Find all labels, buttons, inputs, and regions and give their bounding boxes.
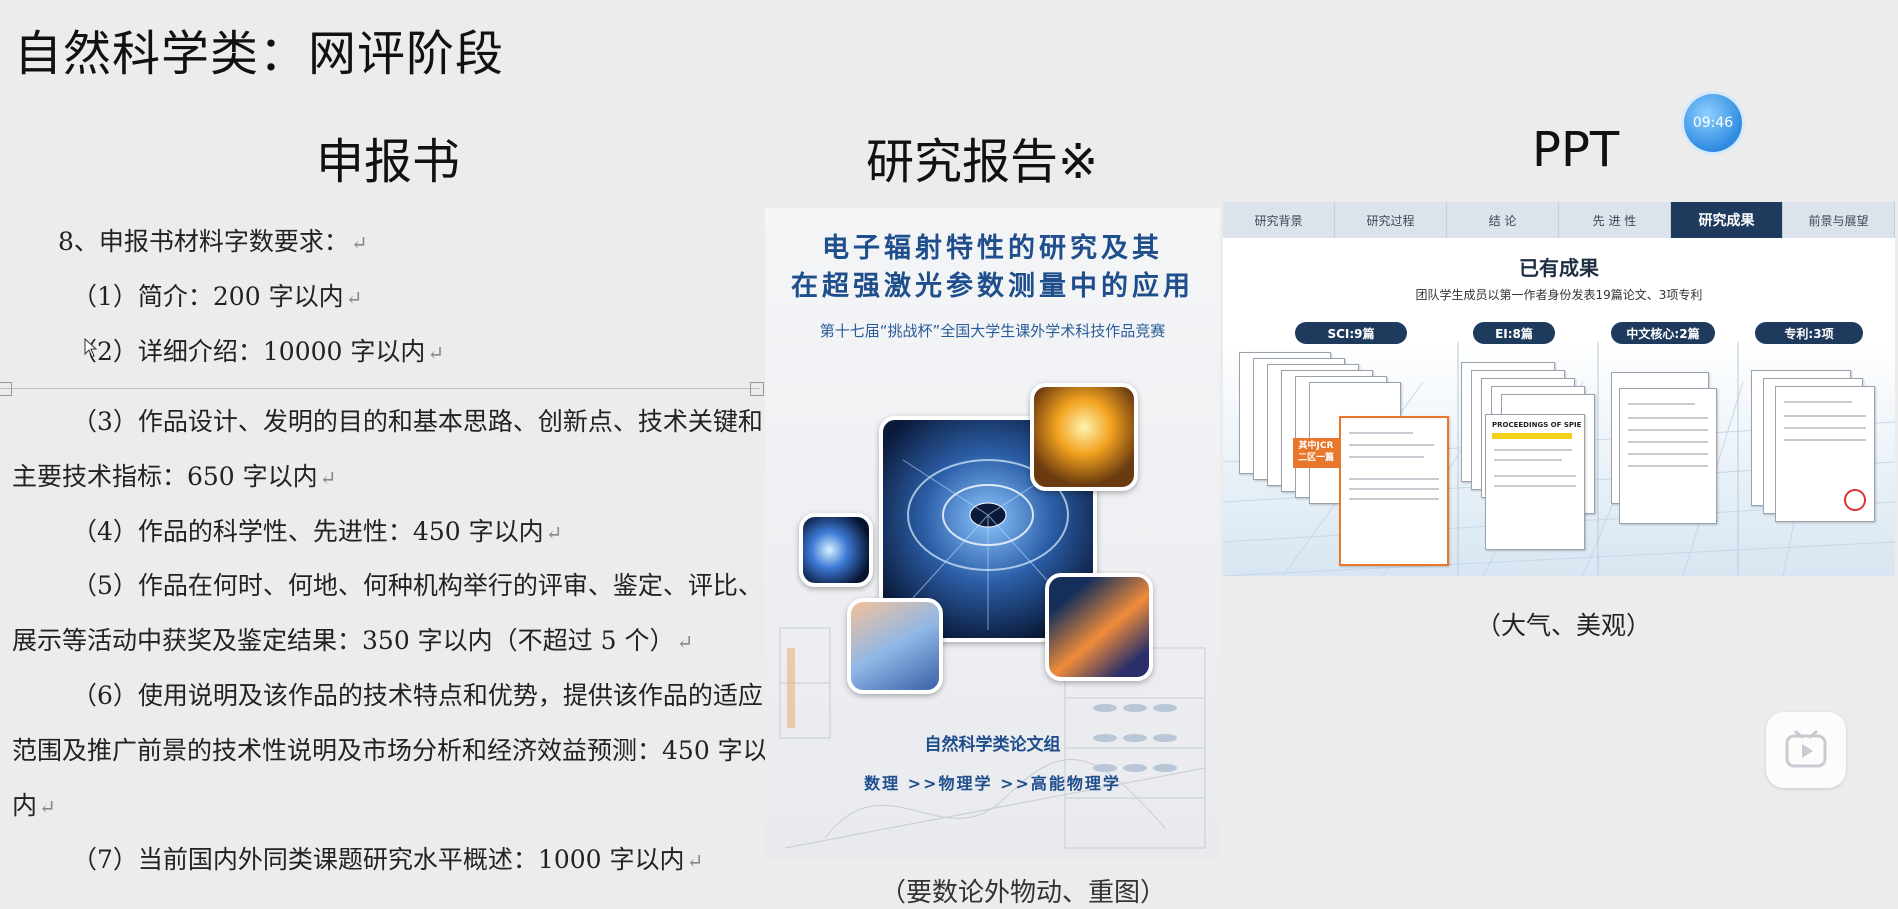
- doc-line: （3）作品设计、发明的目的和基本思路、创新点、技术关键和: [72, 407, 763, 436]
- paper-thumbnail-highlight: [1339, 416, 1449, 566]
- report-caption: （要数论外物动、重图）: [880, 878, 1167, 908]
- page-break-line: [0, 388, 760, 389]
- ppt-subtitle: 团队学生成员以第一作者身份发表19篇论文、3项专利: [1415, 288, 1703, 302]
- ppt-pill-core: 中文核心:2篇: [1611, 322, 1715, 344]
- report-cover: 电子辐射特性的研究及其 在超强激光参数测量中的应用 第十七届“挑战杯”全国大学生…: [765, 208, 1220, 860]
- ppt-pill-ei: EI:8篇: [1473, 322, 1555, 344]
- ppt-tab-conclusion: 结 论: [1447, 202, 1559, 238]
- mouse-cursor-icon: [84, 338, 98, 358]
- cover-title-line2: 在超强激光参数测量中的应用: [791, 271, 1194, 302]
- doc-line: 8、申报书材料字数要求： ↵: [58, 227, 368, 256]
- ppt-tab-process: 研究过程: [1335, 202, 1447, 238]
- doc-line: （5）作品在何时、何地、何种机构举行的评审、鉴定、评比、: [72, 571, 763, 600]
- column-heading-ppt: PPT: [1532, 122, 1620, 178]
- cover-photo-laser: [1045, 573, 1153, 681]
- column-heading-report: 研究报告※: [866, 134, 1099, 190]
- ppt-caption: （大气、美观）: [1476, 611, 1652, 640]
- cover-discipline-path: 数理 >>物理学 >>高能物理学: [864, 774, 1121, 793]
- cover-title-line1: 电子辐射特性的研究及其: [822, 233, 1163, 264]
- paper-thumbnail: [1775, 386, 1875, 522]
- cover-photo-beam: [799, 513, 873, 587]
- ppt-jcr-badge: 其中JCR 二区一篇: [1293, 438, 1339, 468]
- ppt-slide-preview: 研究背景 研究过程 结 论 先 进 性 研究成果 前景与展望 已有成果 团队学生…: [1223, 202, 1895, 576]
- page-corner-marker: [750, 382, 764, 396]
- ppt-tab-advancement: 先 进 性: [1559, 202, 1671, 238]
- slide-title: 自然科学类：网评阶段: [14, 26, 505, 82]
- cover-photo-plasma: [1030, 383, 1138, 491]
- doc-line: 内 ↵: [12, 791, 56, 820]
- paper-thumbnail: [1619, 388, 1717, 524]
- ppt-tab-results: 研究成果: [1671, 202, 1783, 238]
- cover-group: 自然科学类论文组: [924, 735, 1061, 755]
- doc-line: 主要技术指标：650 字以内 ↵: [12, 462, 337, 491]
- doc-line: （6）使用说明及该作品的技术特点和优势，提供该作品的适应: [72, 681, 763, 710]
- ppt-pill-sci: SCI:9篇: [1295, 322, 1407, 344]
- cover-photo-detector: [847, 598, 943, 694]
- ppt-tab-background: 研究背景: [1223, 202, 1335, 238]
- doc-line: （1）简介：200 字以内 ↵: [72, 282, 363, 311]
- play-button[interactable]: [1766, 712, 1846, 788]
- doc-line: （2）详细介绍：10000 字以内 ↵: [72, 337, 445, 366]
- ppt-pill-patent: 专利:3项: [1755, 322, 1863, 344]
- doc-line: （4）作品的科学性、先进性：450 字以内 ↵: [72, 517, 563, 546]
- column-heading-application: 申报书: [316, 134, 461, 190]
- doc-line: 范围及推广前景的技术性说明及市场分析和经济效益预测：450 字以: [12, 736, 768, 765]
- cover-competition: 第十七届“挑战杯”全国大学生课外学术科技作品竞赛: [819, 322, 1166, 340]
- ppt-tab-outlook: 前景与展望: [1783, 202, 1895, 238]
- doc-line: （7）当前国内外同类课题研究水平概述：1000 字以内 ↵: [72, 845, 704, 874]
- timer-badge[interactable]: 09:46: [1684, 94, 1742, 152]
- page-corner-marker: [0, 382, 12, 396]
- doc-line: 展示等活动中获奖及鉴定结果：350 字以内（不超过 5 个） ↵: [12, 626, 694, 655]
- play-icon: [1785, 730, 1827, 768]
- ppt-title: 已有成果: [1519, 256, 1599, 280]
- ppt-nav-bar: 研究背景 研究过程 结 论 先 进 性 研究成果 前景与展望: [1223, 202, 1895, 238]
- paper-thumbnail-spie: PROCEEDINGS OF SPIE: [1485, 414, 1585, 550]
